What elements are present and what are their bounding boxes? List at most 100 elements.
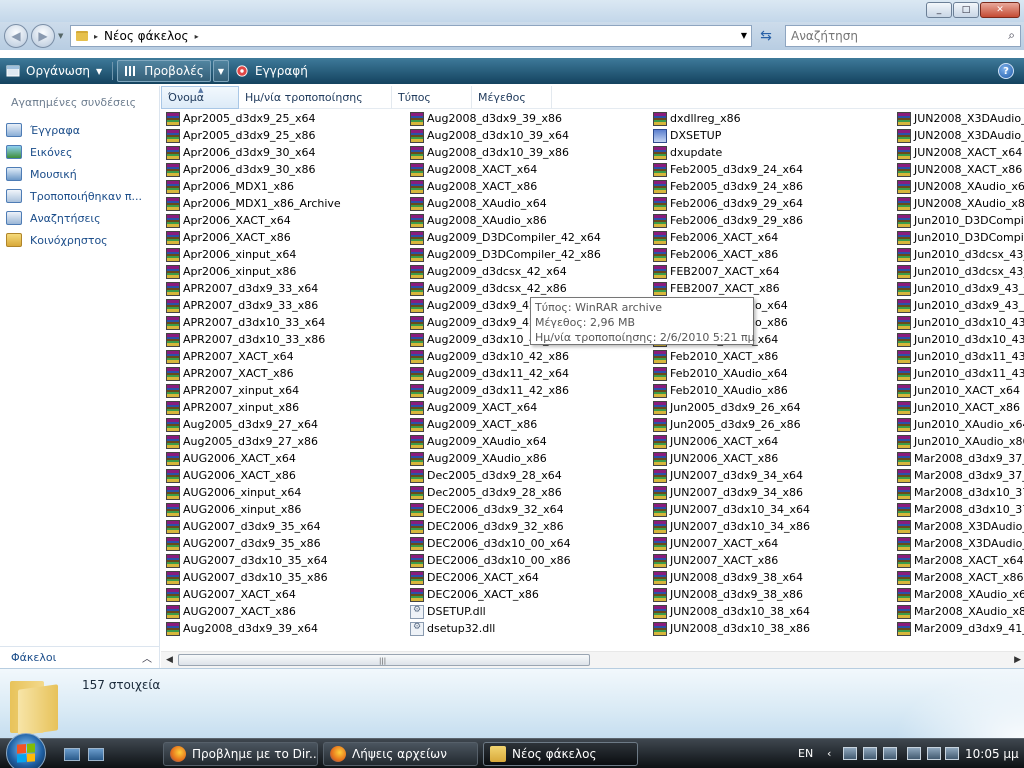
file-item[interactable]: Apr2005_d3dx9_25_x64 <box>166 110 341 127</box>
file-item[interactable]: Aug2008_XAudio_x86 <box>410 212 601 229</box>
burn-button[interactable]: Εγγραφή <box>229 60 314 82</box>
show-desktop-icon[interactable] <box>64 748 80 761</box>
taskbar-item-new-folder[interactable]: Νέος φάκελος <box>483 742 638 766</box>
file-item[interactable]: DEC2006_XACT_x64 <box>410 569 601 586</box>
file-item[interactable]: Aug2008_d3dx10_39_x64 <box>410 127 601 144</box>
file-item[interactable]: Aug2009_d3dx10_42_x86 <box>410 348 601 365</box>
file-item[interactable]: Jun2010_d3dx9_43_x64 <box>897 280 1024 297</box>
file-item[interactable]: AUG2006_xinput_x86 <box>166 501 341 518</box>
search-icon[interactable]: ⌕ <box>1008 28 1015 43</box>
file-item[interactable]: Feb2005_d3dx9_24_x64 <box>653 161 810 178</box>
file-item[interactable]: Feb2006_XACT_x64 <box>653 229 810 246</box>
clock[interactable]: 10:05 μμ <box>965 747 1019 761</box>
views-button[interactable]: Προβολές <box>117 60 211 82</box>
file-item[interactable]: Mar2008_X3DAudio_x64 <box>897 518 1024 535</box>
column-header-type[interactable]: Τύπος <box>392 86 472 109</box>
file-item[interactable]: AUG2007_d3dx10_35_x86 <box>166 569 341 586</box>
file-item[interactable]: Jun2010_d3dx11_43_x86 <box>897 365 1024 382</box>
file-item[interactable]: Apr2006_MDX1_x86_Archive <box>166 195 341 212</box>
forward-button[interactable]: ▶ <box>31 24 55 48</box>
tray-app-icon[interactable] <box>843 747 857 760</box>
file-item[interactable]: JUN2008_d3dx10_38_x64 <box>653 603 810 620</box>
file-item[interactable]: Mar2008_XAudio_x64 <box>897 586 1024 603</box>
file-item[interactable]: Mar2009_d3dx9_41_x64 <box>897 620 1024 637</box>
favorite-link-public[interactable]: Κοινόχρηστος <box>6 229 142 251</box>
file-item[interactable]: Feb2010_XAudio_x86 <box>653 382 810 399</box>
file-item[interactable]: JUN2007_d3dx10_34_x64 <box>653 501 810 518</box>
column-header-size[interactable]: Μέγεθος <box>472 86 552 109</box>
file-item[interactable]: APR2007_xinput_x64 <box>166 382 341 399</box>
file-item[interactable]: FEB2007_XACT_x64 <box>653 263 810 280</box>
file-item[interactable]: JUN2008_XACT_x64 <box>897 144 1024 161</box>
breadcrumb-current-folder[interactable]: Νέος φάκελος <box>104 29 189 43</box>
file-item[interactable]: Jun2010_d3dx10_43_x64 <box>897 314 1024 331</box>
file-item[interactable]: Apr2006_XACT_x64 <box>166 212 341 229</box>
volume-icon[interactable] <box>945 747 959 760</box>
file-item[interactable]: Jun2010_XACT_x64 <box>897 382 1024 399</box>
favorite-link-music[interactable]: Μουσική <box>6 163 142 185</box>
file-item[interactable]: APR2007_d3dx10_33_x86 <box>166 331 341 348</box>
file-item[interactable]: Aug2008_d3dx10_39_x86 <box>410 144 601 161</box>
favorite-link-recently-changed[interactable]: Τροποποιήθηκαν π... <box>6 185 142 207</box>
file-item[interactable]: JUN2008_XAudio_x86 <box>897 195 1024 212</box>
folders-toggle[interactable]: Φάκελοι ︿ <box>0 646 160 668</box>
file-item[interactable]: Aug2005_d3dx9_27_x64 <box>166 416 341 433</box>
file-item[interactable]: JUN2008_d3dx9_38_x64 <box>653 569 810 586</box>
file-item[interactable]: Mar2008_X3DAudio_x86 <box>897 535 1024 552</box>
file-item[interactable]: JUN2006_XACT_x64 <box>653 433 810 450</box>
file-item[interactable]: Jun2010_d3dcsx_43_x64 <box>897 246 1024 263</box>
file-item[interactable]: Aug2008_XAudio_x64 <box>410 195 601 212</box>
file-item[interactable]: JUN2007_XACT_x86 <box>653 552 810 569</box>
file-item[interactable]: Apr2006_xinput_x64 <box>166 246 341 263</box>
file-item[interactable]: Apr2006_d3dx9_30_x86 <box>166 161 341 178</box>
file-item[interactable]: Jun2010_XAudio_x64 <box>897 416 1024 433</box>
tray-app-icon[interactable] <box>907 747 921 760</box>
file-item[interactable]: AUG2006_xinput_x64 <box>166 484 341 501</box>
file-item[interactable]: AUG2007_XACT_x86 <box>166 603 341 620</box>
file-item[interactable]: JUN2008_X3DAudio_x86 <box>897 127 1024 144</box>
network-icon[interactable] <box>863 747 877 760</box>
recent-pages-dropdown[interactable]: ▼ <box>58 32 63 40</box>
file-item[interactable]: Apr2006_xinput_x86 <box>166 263 341 280</box>
file-item[interactable]: Apr2006_XACT_x86 <box>166 229 341 246</box>
file-item[interactable]: AUG2007_d3dx9_35_x64 <box>166 518 341 535</box>
file-item[interactable]: DEC2006_d3dx9_32_x86 <box>410 518 601 535</box>
file-item[interactable]: JUN2008_d3dx10_38_x86 <box>653 620 810 637</box>
file-item[interactable]: Aug2009_XAudio_x86 <box>410 450 601 467</box>
file-item[interactable]: Aug2009_XACT_x64 <box>410 399 601 416</box>
file-item[interactable]: AUG2007_d3dx10_35_x64 <box>166 552 341 569</box>
refresh-button[interactable]: ⇆ <box>754 26 778 46</box>
start-button[interactable] <box>6 733 46 768</box>
file-item[interactable]: DEC2006_XACT_x86 <box>410 586 601 603</box>
file-item[interactable]: Feb2005_d3dx9_24_x86 <box>653 178 810 195</box>
file-item[interactable]: JUN2007_d3dx10_34_x86 <box>653 518 810 535</box>
file-item[interactable]: Aug2008_XACT_x64 <box>410 161 601 178</box>
file-item[interactable]: APR2007_XACT_x86 <box>166 365 341 382</box>
column-header-name[interactable]: ▲ Όνομα <box>161 86 239 109</box>
file-item[interactable]: dxdllreg_x86 <box>653 110 810 127</box>
file-item[interactable]: Aug2009_XACT_x86 <box>410 416 601 433</box>
file-item[interactable]: JUN2007_d3dx9_34_x64 <box>653 467 810 484</box>
file-item[interactable]: AUG2007_d3dx9_35_x86 <box>166 535 341 552</box>
file-item[interactable]: APR2007_xinput_x86 <box>166 399 341 416</box>
file-item[interactable]: DEC2006_d3dx10_00_x86 <box>410 552 601 569</box>
file-item[interactable]: Mar2008_XAudio_x86 <box>897 603 1024 620</box>
file-item[interactable]: dsetup32.dll <box>410 620 601 637</box>
taskbar-item-downloads[interactable]: Λήψεις αρχείων <box>323 742 478 766</box>
file-item[interactable]: Aug2009_D3DCompiler_42_x64 <box>410 229 601 246</box>
file-item[interactable]: JUN2007_d3dx9_34_x86 <box>653 484 810 501</box>
breadcrumb-separator-icon[interactable]: ▸ <box>195 32 199 41</box>
scrollbar-thumb[interactable]: ||| <box>178 654 590 666</box>
file-item[interactable]: AUG2006_XACT_x86 <box>166 467 341 484</box>
search-input[interactable] <box>791 29 991 43</box>
file-item[interactable]: DSETUP.dll <box>410 603 601 620</box>
file-item[interactable]: Feb2010_XACT_x86 <box>653 348 810 365</box>
file-item[interactable]: Aug2008_d3dx9_39_x64 <box>166 620 341 637</box>
favorite-link-pictures[interactable]: Εικόνες <box>6 141 142 163</box>
favorite-link-documents[interactable]: Έγγραφα <box>6 119 142 141</box>
file-item[interactable]: Mar2008_d3dx10_37_x86 <box>897 501 1024 518</box>
file-item[interactable]: Jun2005_d3dx9_26_x64 <box>653 399 810 416</box>
file-item[interactable]: FEB2007_XACT_x86 <box>653 280 810 297</box>
scroll-right-icon[interactable]: ▶ <box>1014 655 1021 665</box>
file-item[interactable]: Jun2010_XAudio_x86 <box>897 433 1024 450</box>
